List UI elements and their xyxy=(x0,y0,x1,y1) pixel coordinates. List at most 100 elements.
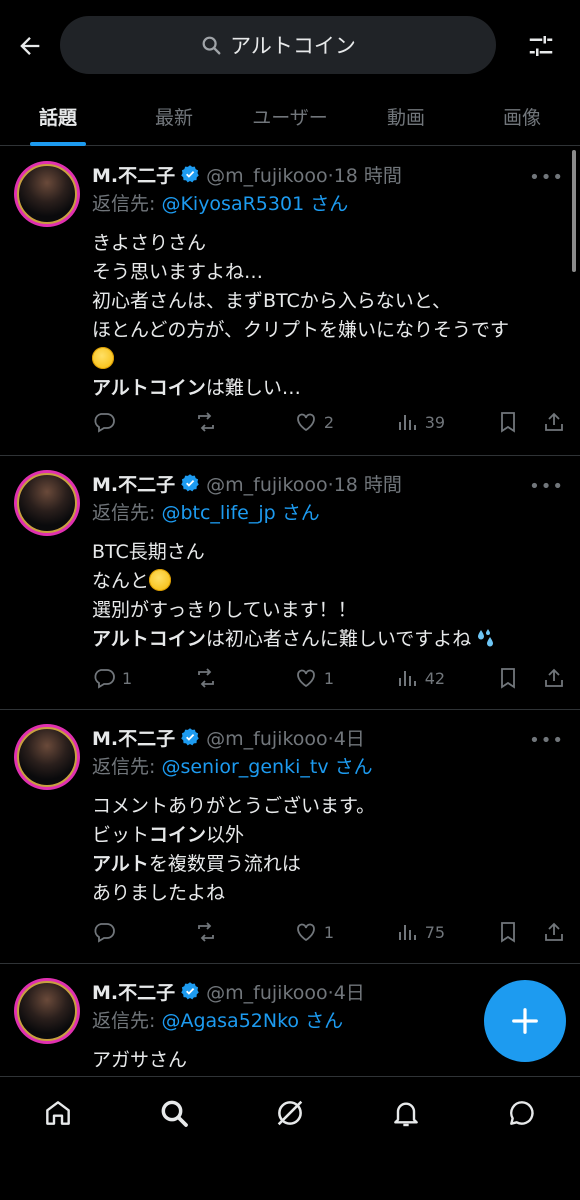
tweet-actions: 2 39 xyxy=(92,407,566,437)
tab-latest[interactable]: 最新 xyxy=(116,86,232,146)
heart-icon xyxy=(296,413,315,432)
tweet-text: きよさりさん そう思いますよね… 初心者さんは、まずBTCから入らないと、 ほと… xyxy=(92,232,510,399)
search-icon xyxy=(161,1100,188,1127)
tweet-feed: M.不二子 @m_fujikooo·18 時間 ••• 返信先: @Kiyosa… xyxy=(0,147,580,1084)
bar-chart-icon xyxy=(398,925,416,940)
verified-badge-icon xyxy=(180,473,200,493)
reply-to: 返信先: @KiyosaR5301 さん xyxy=(92,193,349,215)
reply-to-handle[interactable]: @btc_life_jp さん xyxy=(161,502,319,524)
more-options-icon[interactable]: ••• xyxy=(529,730,564,751)
active-tab-indicator xyxy=(30,142,86,146)
author-name[interactable]: M.不二子 xyxy=(92,470,175,497)
search-tabs: 話題 最新 ユーザー 動画 画像 xyxy=(0,86,580,146)
bar-chart-icon xyxy=(398,415,416,430)
retweet-icon xyxy=(198,922,214,942)
verified-badge-icon xyxy=(180,981,200,1001)
filter-button[interactable] xyxy=(524,28,558,64)
heart-icon xyxy=(296,669,315,688)
retweet-icon xyxy=(198,412,214,432)
nav-home[interactable] xyxy=(33,1095,83,1131)
nav-search[interactable] xyxy=(149,1095,199,1131)
views-button[interactable]: 39 xyxy=(395,410,445,434)
nav-grok[interactable] xyxy=(265,1095,315,1131)
avatar[interactable] xyxy=(14,470,80,536)
scrollbar[interactable] xyxy=(572,150,576,272)
tweet[interactable]: M.不二子 @m_fujikooo·4日 ••• 返信先: @senior_ge… xyxy=(0,710,580,964)
bookmark-icon[interactable] xyxy=(496,666,520,690)
tweet-time[interactable]: 18 時間 xyxy=(334,165,402,187)
sliders-icon xyxy=(529,36,553,56)
reply-button[interactable]: 1 xyxy=(92,666,142,690)
author-name[interactable]: M.不二子 xyxy=(92,978,175,1005)
more-options-icon[interactable]: ••• xyxy=(529,476,564,497)
author-handle[interactable]: @m_fujikooo xyxy=(206,982,328,1004)
compose-button[interactable] xyxy=(484,980,566,1062)
sweat-smile-emoji-icon xyxy=(92,347,114,369)
tweet-text: アガサさん xyxy=(92,1049,188,1071)
bookmark-icon[interactable] xyxy=(496,410,520,434)
sweat-droplets-emoji-icon xyxy=(478,629,494,647)
bookmark-icon[interactable] xyxy=(496,920,520,944)
share-icon[interactable] xyxy=(542,920,566,944)
like-button[interactable]: 1 xyxy=(294,920,344,944)
tweet-actions: 1 1 42 xyxy=(92,663,566,693)
reply-to: 返信先: @senior_genki_tv さん xyxy=(92,756,373,778)
bar-chart-icon xyxy=(398,671,416,686)
tweet[interactable]: M.不二子 @m_fujikooo·18 時間 ••• 返信先: @btc_li… xyxy=(0,456,580,710)
tab-trending[interactable]: 話題 xyxy=(0,86,116,146)
tab-videos[interactable]: 動画 xyxy=(348,86,464,146)
tweet[interactable]: M.不二子 @m_fujikooo·18 時間 ••• 返信先: @Kiyosa… xyxy=(0,147,580,456)
reply-icon xyxy=(94,413,115,433)
views-button[interactable]: 42 xyxy=(395,666,445,690)
reply-button[interactable] xyxy=(92,410,142,434)
tweet-text: BTC長期さん なんと 選別がすっきりしています！！ アルトコインは初心者さんに… xyxy=(92,538,564,654)
reply-to: 返信先: @btc_life_jp さん xyxy=(92,502,320,524)
avatar[interactable] xyxy=(14,161,80,227)
tweet-time[interactable]: 4日 xyxy=(334,982,365,1004)
author-name[interactable]: M.不二子 xyxy=(92,724,175,751)
retweet-icon xyxy=(198,668,214,688)
author-handle[interactable]: @m_fujikooo xyxy=(206,474,328,496)
share-icon[interactable] xyxy=(542,666,566,690)
like-button[interactable]: 1 xyxy=(294,666,344,690)
tweet-text: コメントありがとうございます。 ビットコイン以外 アルトを複数買う流れは ありま… xyxy=(92,795,376,904)
share-icon[interactable] xyxy=(542,410,566,434)
author-handle[interactable]: @m_fujikooo xyxy=(206,728,328,750)
back-button[interactable] xyxy=(12,28,48,64)
author-name[interactable]: M.不二子 xyxy=(92,161,175,188)
reply-button[interactable] xyxy=(92,920,142,944)
search-icon xyxy=(202,36,221,55)
laughing-tears-emoji-icon xyxy=(149,569,172,591)
search-input[interactable]: アルトコイン xyxy=(60,16,496,74)
like-button[interactable]: 2 xyxy=(294,410,344,434)
reply-to-handle[interactable]: @senior_genki_tv さん xyxy=(161,756,372,778)
chat-bubble-icon xyxy=(510,1101,534,1125)
heart-icon xyxy=(296,923,315,942)
reply-to-handle[interactable]: @Agasa52Nko さん xyxy=(161,1010,343,1032)
verified-badge-icon xyxy=(180,727,200,747)
more-options-icon[interactable]: ••• xyxy=(529,167,564,188)
reply-to-handle[interactable]: @KiyosaR5301 さん xyxy=(161,193,348,215)
tweet-actions: 1 75 xyxy=(92,917,566,947)
plus-icon xyxy=(512,1008,538,1034)
avatar[interactable] xyxy=(14,978,80,1044)
bottom-navigation xyxy=(0,1076,580,1200)
tab-images[interactable]: 画像 xyxy=(464,86,580,146)
tab-users[interactable]: ユーザー xyxy=(232,86,348,146)
retweet-button[interactable] xyxy=(193,920,243,944)
arrow-left-icon xyxy=(20,37,40,55)
avatar[interactable] xyxy=(14,724,80,790)
reply-icon xyxy=(94,923,115,943)
nav-notifications[interactable] xyxy=(381,1095,431,1131)
bell-icon xyxy=(394,1102,418,1127)
retweet-button[interactable] xyxy=(193,666,243,690)
author-handle[interactable]: @m_fujikooo xyxy=(206,165,328,187)
home-icon xyxy=(46,1101,70,1125)
tweet-time[interactable]: 4日 xyxy=(334,728,365,750)
verified-badge-icon xyxy=(180,164,200,184)
retweet-button[interactable] xyxy=(193,410,243,434)
tweet-time[interactable]: 18 時間 xyxy=(334,474,402,496)
nav-messages[interactable] xyxy=(497,1095,547,1131)
views-button[interactable]: 75 xyxy=(395,920,445,944)
header: アルトコイン 話題 最新 ユーザー 動画 画像 xyxy=(0,0,580,146)
